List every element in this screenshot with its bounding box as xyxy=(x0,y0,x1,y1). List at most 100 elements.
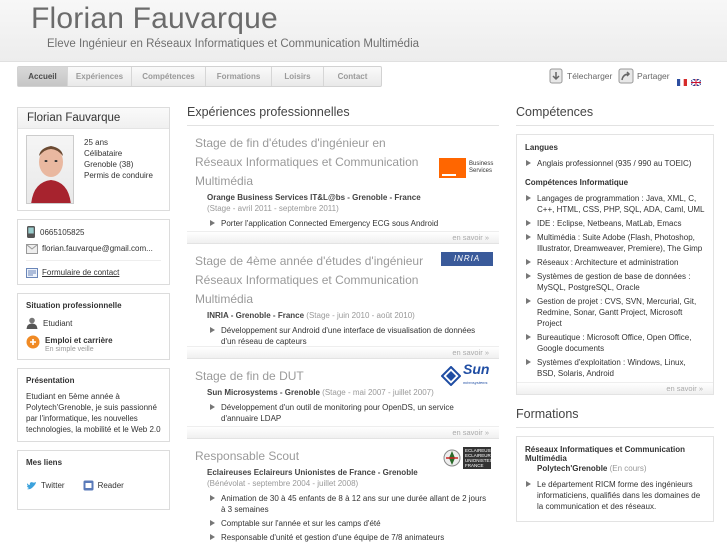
formations-box: Réseaux Informatiques et Communication M… xyxy=(516,436,714,522)
inria-logo: INRIA xyxy=(441,252,493,266)
scout-logo: ECLAIREUSES ECLAIREURS UNIONISTES FRANCE xyxy=(443,447,497,469)
contact-form-link[interactable]: Formulaire de contact xyxy=(42,267,119,278)
reader-icon xyxy=(83,480,94,491)
nav-accueil[interactable]: Accueil xyxy=(18,67,68,86)
presentation-box: Présentation Etudiant en 5ème année à Po… xyxy=(17,368,170,442)
nav-competences[interactable]: Compétences xyxy=(132,67,206,86)
email-icon xyxy=(26,243,38,254)
profile-age: 25 ans xyxy=(84,138,109,147)
job-title: Emploi et carrière xyxy=(45,336,113,345)
experience-bullet: Comptable sur l'année et sur les camps d… xyxy=(209,518,491,529)
experience-item: ECLAIREUSES ECLAIREURS UNIONISTES FRANCE… xyxy=(187,439,499,545)
more-link[interactable]: en savoir » xyxy=(187,231,499,243)
school-line: Polytech'Grenoble (En cours) xyxy=(537,464,647,473)
more-link[interactable]: en savoir » xyxy=(187,426,499,438)
main-nav: Accueil Expériences Compétences Formatio… xyxy=(17,66,382,87)
experience-bullet: Développement sur Android d'une interfac… xyxy=(209,325,491,347)
twitter-label: Twitter xyxy=(41,481,65,490)
experience-bullet: Animation de 30 à 45 enfants de 8 à 12 a… xyxy=(209,493,491,515)
nav-experiences[interactable]: Expériences xyxy=(68,67,132,86)
profile-box: Florian Fauvarque 25 ans Célibataire Gre… xyxy=(17,107,170,211)
profile-email[interactable]: florian.fauvarque@gmail.com... xyxy=(42,243,153,254)
more-link[interactable]: en savoir » xyxy=(517,382,713,394)
experiences-title: Expériences professionnelles xyxy=(187,103,499,126)
info-title: Compétences Informatique xyxy=(525,178,629,187)
reader-link[interactable]: Reader xyxy=(83,480,124,491)
situation-box: Situation professionnelle Etudiant Emplo… xyxy=(17,293,170,360)
skill-item: Multimédia : Suite Adobe (Flash, Photosh… xyxy=(525,232,705,254)
phone-icon xyxy=(27,226,35,238)
experience-company: Eclaireuses Eclaireurs Unionistes de Fra… xyxy=(207,468,418,488)
experience-bullet: Développement d'un outil de monitoring p… xyxy=(209,402,491,424)
experience-bullets: Développement d'un outil de monitoring p… xyxy=(195,402,491,424)
langue-item: Anglais professionnel (935 / 990 au TOEI… xyxy=(525,158,705,169)
langues-list: Anglais professionnel (935 / 990 au TOEI… xyxy=(525,158,705,169)
experience-company: Orange Business Services IT&L@bs - Greno… xyxy=(207,193,421,213)
profile-name: Florian Fauvarque xyxy=(18,108,169,129)
experience-item: INRIA Stage de 4ème année d'études d'ing… xyxy=(187,244,499,359)
site-subtitle: Eleve Ingénieur en Réseaux Informatiques… xyxy=(47,38,420,50)
experience-company: Sun Microsystems - Grenoble (Stage - mai… xyxy=(207,388,434,397)
nav-contact[interactable]: Contact xyxy=(324,67,381,86)
skill-item: Réseaux : Architecture et administration xyxy=(525,257,705,268)
experience-title: Stage de 4ème année d'études d'ingénieur… xyxy=(195,254,424,306)
langues-title: Langues xyxy=(525,143,558,152)
twitter-icon xyxy=(26,481,36,489)
flag-fr-icon[interactable] xyxy=(677,73,687,86)
experience-bullets: Porter l'application Connected Emergency… xyxy=(195,218,491,229)
user-icon xyxy=(26,317,38,329)
flag-en-icon[interactable] xyxy=(690,73,702,87)
download-link[interactable]: Télecharger xyxy=(548,68,612,84)
share-icon xyxy=(618,68,634,84)
skill-item: Systèmes d'exploitation : Windows, Linux… xyxy=(525,357,705,379)
links-box: Mes liens Twitter Reader xyxy=(17,450,170,510)
competences-box: Langues Anglais professionnel (935 / 990… xyxy=(516,134,714,395)
presentation-text: Etudiant en 5ème année à Polytech'Grenob… xyxy=(26,392,161,434)
experience-bullets: Développement sur Android d'une interfac… xyxy=(195,325,491,347)
site-title: Florian Fauvarque xyxy=(31,2,278,35)
experience-bullets: Animation de 30 à 45 enfants de 8 à 12 a… xyxy=(195,493,491,543)
avatar xyxy=(26,135,74,204)
download-icon xyxy=(549,68,563,84)
experience-item: Sun microsystems Stage de fin de DUT Sun … xyxy=(187,359,499,439)
experience-title: Stage de fin d'études d'ingénieur en Rés… xyxy=(195,136,419,188)
contact-box: 0665105825 florian.fauvarque@gmail.com..… xyxy=(17,219,170,285)
left-column: Florian Fauvarque 25 ans Célibataire Gre… xyxy=(17,107,170,518)
right-column: Compétences Langues Anglais professionne… xyxy=(516,103,714,522)
competences-title: Compétences xyxy=(516,103,714,126)
download-label: Télecharger xyxy=(567,71,613,81)
experience-title: Stage de fin de DUT xyxy=(195,369,304,383)
more-link[interactable]: en savoir » xyxy=(187,346,499,358)
skill-item: Gestion de projet : CVS, SVN, Mercurial,… xyxy=(525,296,705,329)
experience-title: Responsable Scout xyxy=(195,449,300,463)
reader-label: Reader xyxy=(97,481,124,490)
site-header: Florian Fauvarque Eleve Ingénieur en Rés… xyxy=(0,0,727,62)
form-icon xyxy=(26,267,38,278)
links-title: Mes liens xyxy=(26,458,63,467)
experience-bullet: Porter l'application Connected Emergency… xyxy=(209,218,491,229)
profile-city: Grenoble (38) xyxy=(84,160,134,169)
profile-license: Permis de conduire xyxy=(84,171,153,180)
situation-title: Situation professionnelle xyxy=(26,301,122,310)
nav-formations[interactable]: Formations xyxy=(206,67,272,86)
job-sub: En simple veille xyxy=(45,346,94,353)
formations-title: Formations xyxy=(516,405,714,428)
skill-item: Systèmes de gestion de base de données :… xyxy=(525,271,705,293)
profile-phone: 0665105825 xyxy=(40,227,85,237)
degree-title: Réseaux Informatiques et Communication M… xyxy=(525,445,686,463)
share-link[interactable]: Partager xyxy=(618,68,670,84)
experience-company: INRIA - Grenoble - France (Stage - juin … xyxy=(207,311,415,320)
formation-bullets: Le département RICM forme des ingénieurs… xyxy=(525,479,705,512)
experience-bullet: Responsable d'unité et gestion d'une équ… xyxy=(209,532,491,543)
twitter-link[interactable]: Twitter xyxy=(26,480,65,491)
info-list: Langages de programmation : Java, XML, C… xyxy=(525,193,705,379)
experiences-section: Expériences professionnelles Business Se… xyxy=(187,103,499,545)
profile-status: Célibataire xyxy=(84,149,123,158)
nav-loisirs[interactable]: Loisirs xyxy=(272,67,324,86)
share-label: Partager xyxy=(637,71,670,81)
skill-item: Bureautique : Microsoft Office, Open Off… xyxy=(525,332,705,354)
skill-item: Langages de programmation : Java, XML, C… xyxy=(525,193,705,215)
career-icon xyxy=(26,335,40,349)
situation-status: Etudiant xyxy=(43,318,73,328)
sun-logo: Sun microsystems xyxy=(441,362,493,388)
